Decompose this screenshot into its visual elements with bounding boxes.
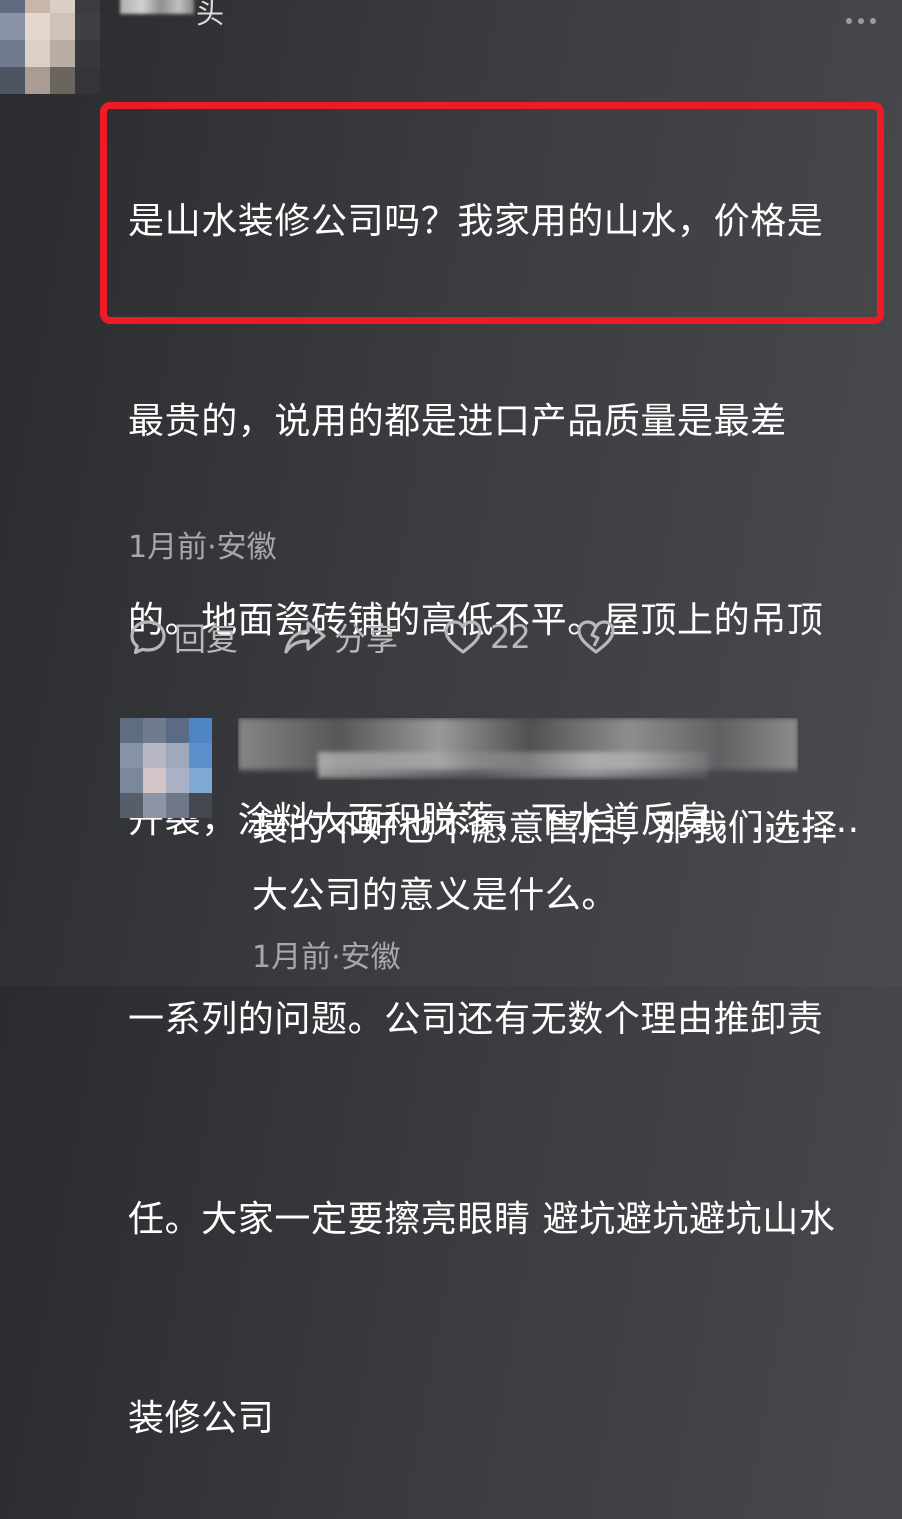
reply-body: 装的不好也不愿意售后，那我们选择 大公司的意义是什么。 bbox=[252, 796, 892, 929]
comment-line: 任。大家一定要擦亮眼睛 避坑避坑避坑山水 bbox=[128, 1198, 836, 1240]
reply-timestamp-location: 1月前·安徽 bbox=[252, 940, 401, 975]
reply-label: 回复 bbox=[174, 620, 239, 658]
like-count: 22 bbox=[490, 618, 531, 656]
comment-timestamp-location: 1月前·安徽 bbox=[128, 530, 277, 565]
avatar-top-comment[interactable] bbox=[0, 0, 100, 94]
reply-button[interactable]: 回复 bbox=[128, 614, 238, 660]
share-label: 分享 bbox=[334, 620, 399, 658]
dislike-button[interactable] bbox=[575, 617, 623, 657]
heart-icon bbox=[444, 620, 482, 654]
share-button[interactable]: 分享 bbox=[282, 614, 398, 660]
comment-line: 最贵的，说用的都是进口产品质量是最差 bbox=[128, 400, 787, 442]
share-arrow-icon bbox=[284, 621, 326, 654]
username-reply[interactable] bbox=[238, 718, 798, 780]
avatar-reply[interactable] bbox=[120, 718, 212, 818]
blurred-username bbox=[120, 0, 194, 14]
red-highlight-box bbox=[100, 102, 884, 324]
comment-bubble-icon bbox=[130, 620, 166, 655]
blurred-reply-target bbox=[318, 752, 708, 778]
like-button[interactable]: 22 bbox=[442, 617, 531, 657]
more-dots-icon[interactable] bbox=[846, 14, 882, 28]
comment-action-bar: 回复 分享 22 bbox=[128, 610, 667, 664]
comment-line: 一系列的问题。公司还有无数个理由推卸责 bbox=[128, 999, 824, 1040]
reply-line: 装的不好也不愿意售后，那我们选择 bbox=[252, 808, 838, 849]
username-tail: 头 bbox=[196, 0, 225, 30]
reply-line: 大公司的意义是什么。 bbox=[252, 874, 619, 916]
comment-line: 装修公司 bbox=[128, 1398, 275, 1439]
broken-heart-icon bbox=[577, 620, 615, 654]
